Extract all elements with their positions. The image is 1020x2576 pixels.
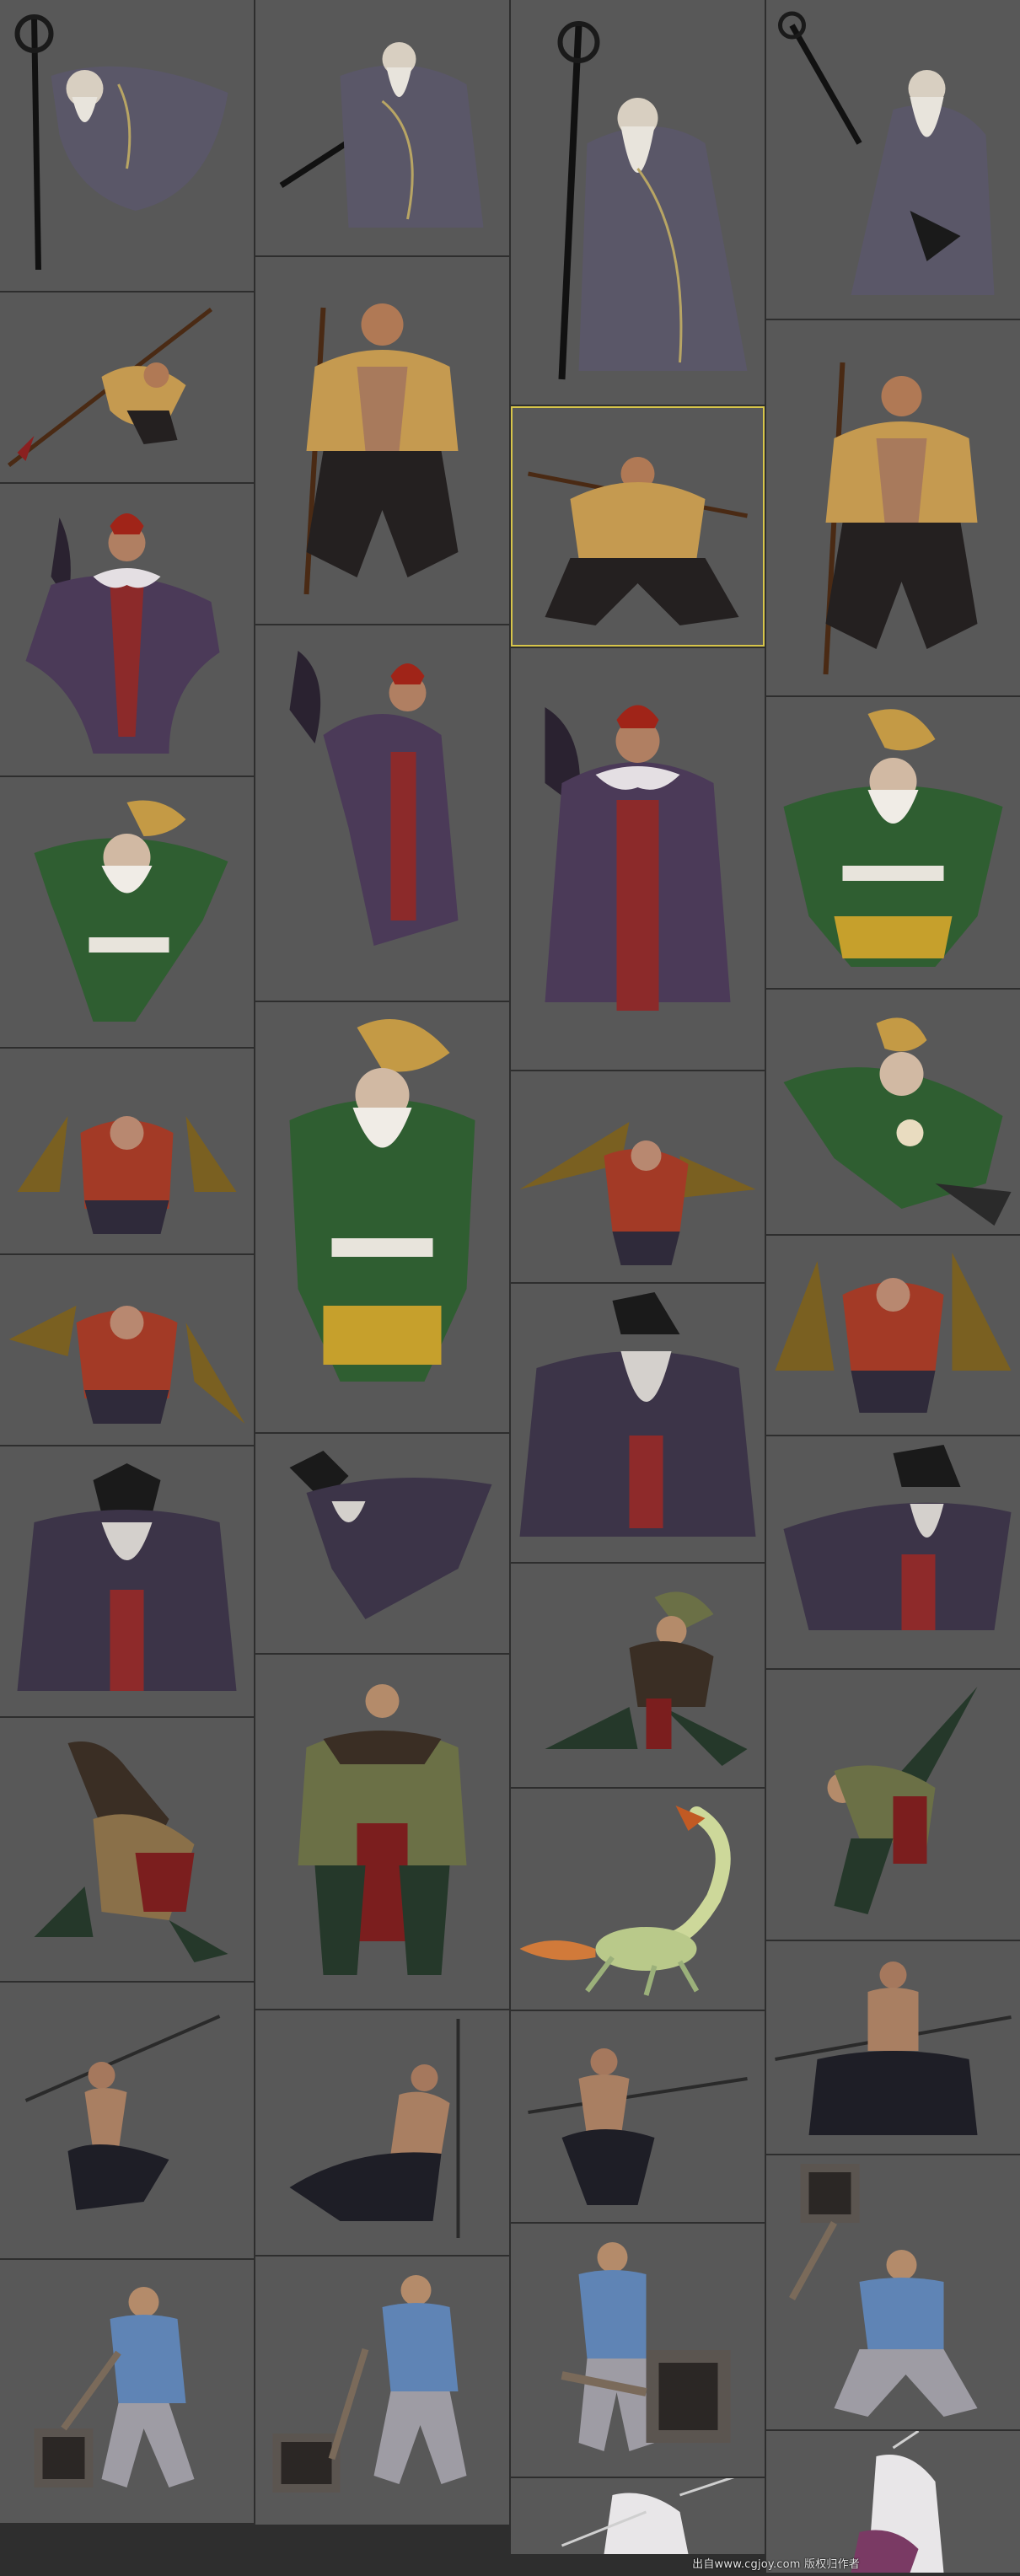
- tile-fan-mage-red-hair[interactable]: [0, 484, 254, 775]
- spearman-figure: [24, 2015, 221, 2210]
- white-haired-figure: [561, 2478, 735, 2554]
- bandit-figure: [528, 457, 748, 625]
- bandit-figure: [303, 303, 459, 595]
- tile-hammer-fighter-blue-3[interactable]: [511, 2224, 765, 2477]
- archer-figure: [34, 1741, 228, 1962]
- old-sage-figure: [279, 42, 484, 228]
- tile-archer-kick[interactable]: [766, 1670, 1020, 1940]
- hammer-fighter-figure: [34, 2287, 195, 2487]
- archer-figure: [298, 1684, 467, 1975]
- hammer-fighter-figure: [789, 2164, 978, 2417]
- drill-warrior-figure: [17, 1116, 237, 1234]
- tile-drill-warrior-front-2[interactable]: [0, 1255, 254, 1445]
- tile-drill-warrior-front-3[interactable]: [766, 1236, 1020, 1435]
- old-sage-figure: [778, 11, 995, 296]
- tile-dark-robed-sorcerer-3[interactable]: [766, 1436, 1020, 1668]
- tile-archer-lunge[interactable]: [511, 1564, 765, 1787]
- drill-warrior-figure: [519, 1122, 756, 1265]
- bandit-figure: [823, 362, 978, 675]
- tile-hammer-fighter-blue-2[interactable]: [255, 2257, 509, 2525]
- tile-drill-warrior-side[interactable]: [511, 1071, 765, 1282]
- monk-figure: [289, 1019, 475, 1382]
- spearman-figure: [528, 2048, 748, 2205]
- gallery-column-1: [0, 0, 254, 2576]
- tile-bandit-standing-front[interactable]: [255, 257, 509, 624]
- archer-figure: [827, 1687, 978, 1914]
- scorpion-figure: [519, 1806, 731, 1996]
- tile-fan-mage-front[interactable]: [511, 648, 765, 1070]
- tile-dark-robed-sorcerer-leap[interactable]: [255, 1434, 509, 1653]
- tile-monk-green-robe-stance[interactable]: [766, 697, 1020, 988]
- spearman-figure: [289, 2019, 460, 2238]
- old-sage-figure: [557, 21, 748, 380]
- sorcerer-figure: [17, 1463, 237, 1691]
- sorcerer-figure: [519, 1292, 756, 1537]
- gallery-column-3: [511, 0, 765, 2576]
- tile-spearman-kneeling[interactable]: [255, 2010, 509, 2255]
- gallery-column-2: [255, 0, 509, 2576]
- tile-hammer-fighter-blue-1[interactable]: [0, 2260, 254, 2523]
- monk-figure: [783, 1017, 1012, 1226]
- character-gallery: 出自www.cgjoy.com 版权归作者: [0, 0, 1020, 2576]
- sorcerer-figure: [289, 1451, 492, 1619]
- tile-monk-green-robe-tumble[interactable]: [766, 990, 1020, 1234]
- monk-figure: [783, 709, 1003, 967]
- tile-old-sage-staff-side[interactable]: [255, 0, 509, 255]
- tile-monk-green-robe-leaping[interactable]: [0, 777, 254, 1047]
- bandit-figure: [7, 308, 213, 467]
- tile-monk-green-robe-front[interactable]: [255, 1002, 509, 1432]
- tile-bandit-standing-staff[interactable]: [766, 320, 1020, 695]
- fan-mage-figure: [289, 651, 459, 946]
- gallery-column-4: [766, 0, 1020, 2576]
- fan-mage-figure: [25, 513, 220, 754]
- tile-dark-robed-sorcerer-1[interactable]: [0, 1446, 254, 1716]
- tile-archer-crouch[interactable]: [0, 1718, 254, 1981]
- white-haired-figure: [851, 2431, 944, 2573]
- watermark-text: 出自www.cgjoy.com 版权归作者: [692, 2558, 860, 2571]
- tile-old-sage-back[interactable]: [766, 0, 1020, 319]
- tile-old-sage-staff-flying[interactable]: [0, 0, 254, 291]
- tile-archer-standing-front[interactable]: [255, 1655, 509, 2009]
- tile-white-haired-figure-partial-2[interactable]: [766, 2431, 1020, 2573]
- hammer-fighter-figure: [561, 2242, 731, 2451]
- monk-figure: [34, 800, 228, 1022]
- tile-fan-mage-side[interactable]: [255, 625, 509, 1001]
- tile-white-haired-figure-partial-1[interactable]: [511, 2478, 765, 2554]
- tile-spearman-stance[interactable]: [766, 1941, 1020, 2154]
- tile-dark-robed-sorcerer-2[interactable]: [511, 1284, 765, 1562]
- fan-mage-figure: [545, 705, 731, 1011]
- tile-hammer-fighter-blue-4[interactable]: [766, 2155, 1020, 2429]
- tile-drill-warrior-front-1[interactable]: [0, 1049, 254, 1253]
- tile-spearman-dancing[interactable]: [0, 1983, 254, 2258]
- tile-bandit-spear-lunge[interactable]: [0, 292, 254, 482]
- tile-old-sage-staff-upright[interactable]: [511, 0, 765, 405]
- old-sage-figure: [14, 14, 228, 271]
- drill-warrior-figure: [775, 1253, 1012, 1413]
- tile-spearman-thrust[interactable]: [511, 2011, 765, 2222]
- spearman-figure: [775, 1962, 1012, 2135]
- sorcerer-figure: [783, 1445, 1012, 1630]
- hammer-fighter-figure: [272, 2275, 467, 2493]
- tile-scorpion-creature[interactable]: [511, 1789, 765, 2010]
- tile-bandit-crouching[interactable]: [511, 406, 765, 647]
- archer-figure: [545, 1591, 748, 1766]
- drill-warrior-figure: [8, 1306, 245, 1424]
